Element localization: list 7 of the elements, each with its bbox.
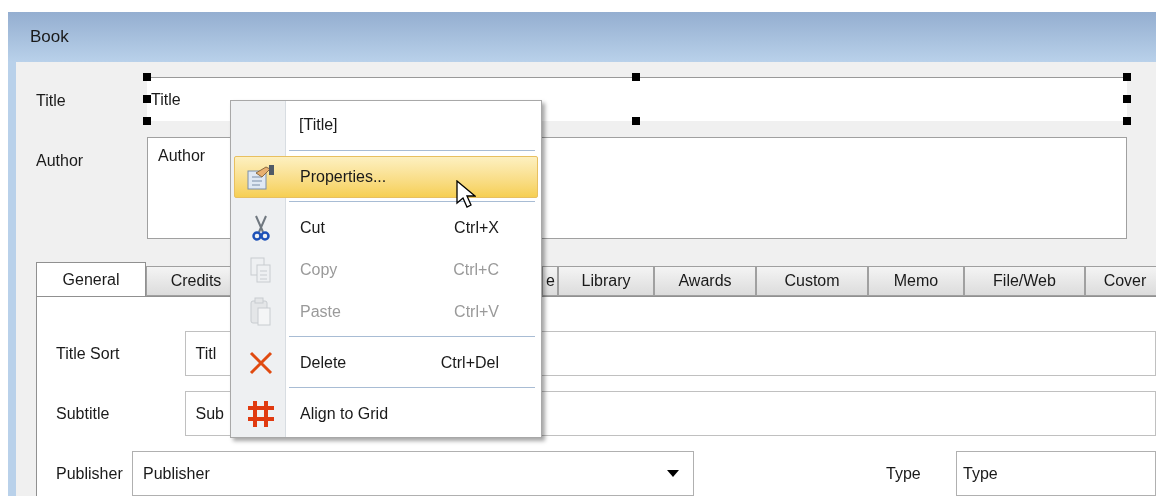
field-label: Publisher xyxy=(56,463,124,484)
window-title: Book xyxy=(30,26,69,49)
field-label: Subtitle xyxy=(56,403,111,424)
field-label: Title Sort xyxy=(56,343,121,364)
field-label: Type xyxy=(886,463,922,484)
field-label: Title xyxy=(36,91,67,111)
field-label: Author xyxy=(36,151,85,171)
